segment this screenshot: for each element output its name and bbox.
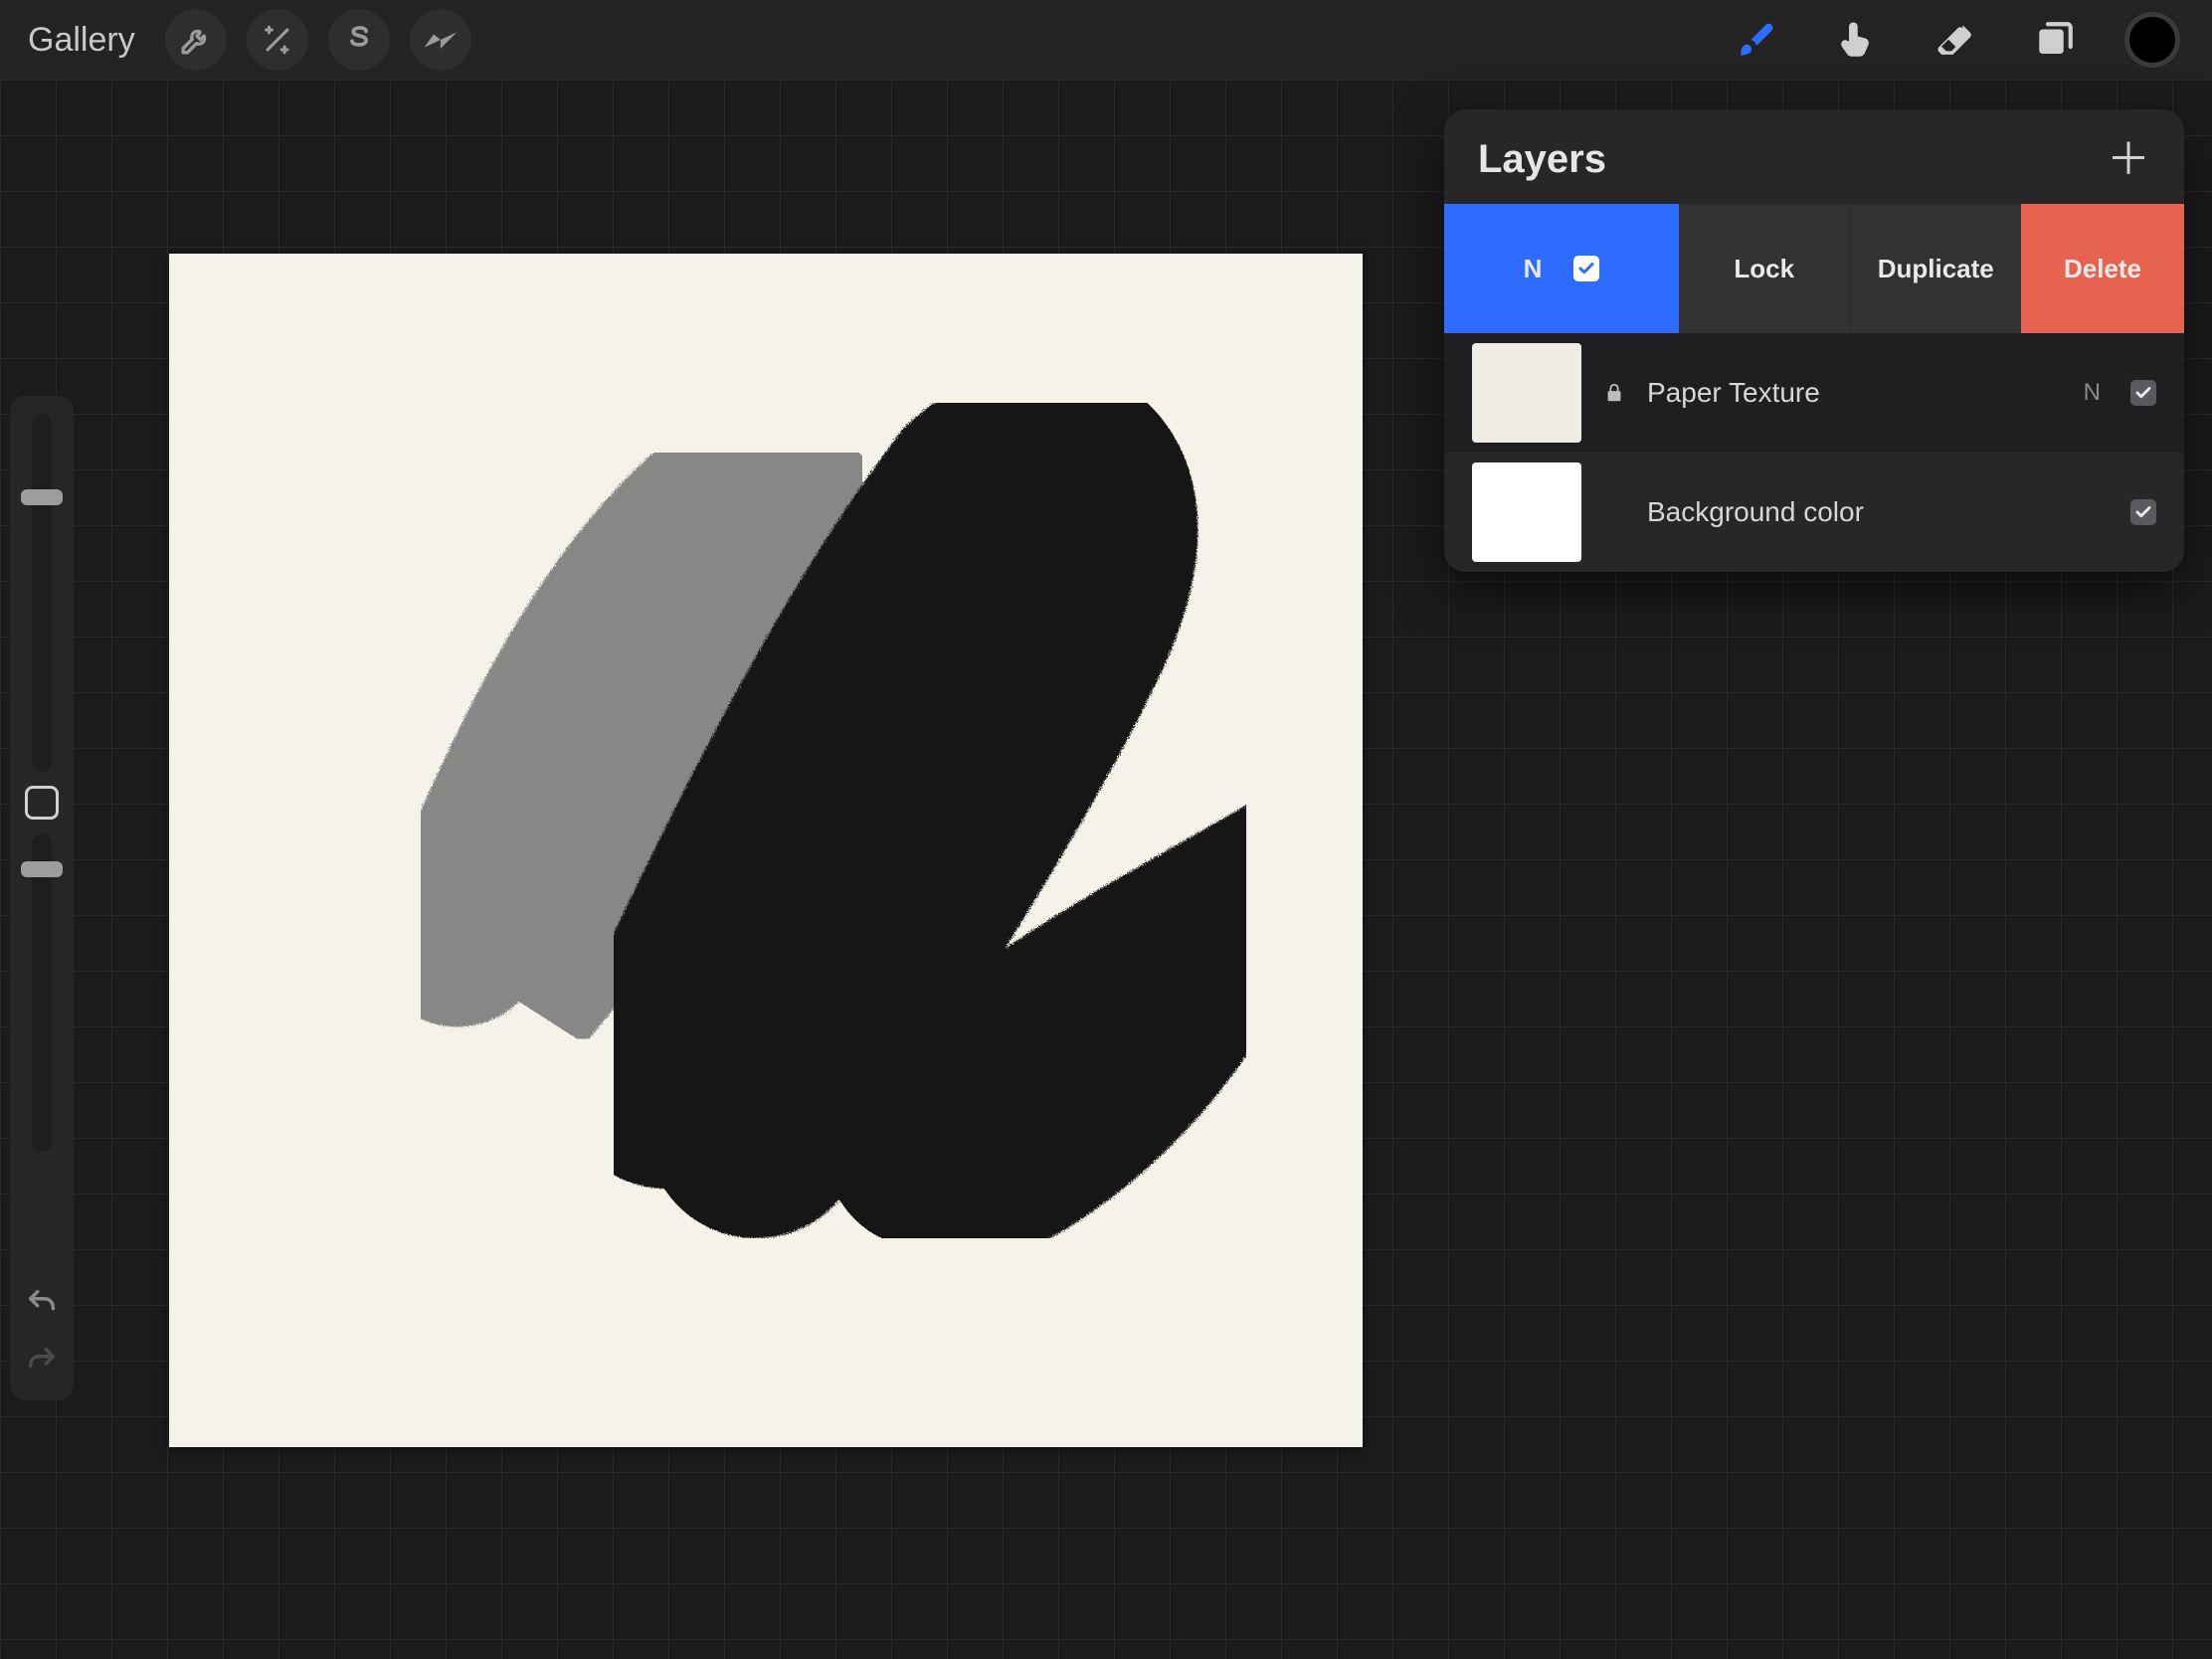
eraser-tool-icon[interactable] xyxy=(1926,10,1985,70)
canvas-artwork xyxy=(169,254,1363,1447)
layer-row-paper-texture[interactable]: Paper Texture N xyxy=(1444,333,2184,453)
swipe-duplicate-button[interactable]: Duplicate xyxy=(1850,204,2022,333)
left-sidebar xyxy=(10,396,74,1400)
smudge-tool-icon[interactable] xyxy=(1826,10,1886,70)
layer-visible-checkbox[interactable] xyxy=(1573,256,1599,281)
transform-arrow-icon[interactable] xyxy=(410,9,471,71)
redo-button[interactable] xyxy=(20,1339,64,1382)
layer-visibility-checkbox[interactable] xyxy=(2130,380,2156,406)
brush-size-thumb[interactable] xyxy=(21,489,63,505)
brush-opacity-slider[interactable] xyxy=(32,833,52,1152)
color-picker-swatch[interactable] xyxy=(2124,12,2180,68)
blend-mode-cell[interactable]: N xyxy=(1444,204,1679,333)
layers-panel: Layers ＋ N Lock Duplicate Delete Paper T… xyxy=(1444,109,2184,572)
add-layer-button[interactable]: ＋ xyxy=(2107,138,2150,182)
actions-wrench-icon[interactable] xyxy=(165,9,227,71)
lock-icon xyxy=(1603,382,1625,404)
toolbar-right-tools xyxy=(1727,10,2180,70)
layer-thumbnail xyxy=(1472,343,1581,443)
gallery-button[interactable]: Gallery xyxy=(28,21,135,60)
layer-swipe-actions: N Lock Duplicate Delete xyxy=(1444,204,2184,333)
layer-thumbnail xyxy=(1472,462,1581,562)
layer-row-background[interactable]: Background color xyxy=(1444,453,2184,572)
adjustments-wand-icon[interactable] xyxy=(247,9,308,71)
brush-size-slider[interactable] xyxy=(32,414,52,772)
modify-tool-button[interactable] xyxy=(25,786,59,820)
selection-s-icon[interactable] xyxy=(328,9,390,71)
undo-button[interactable] xyxy=(20,1281,64,1325)
layer-name-label: Background color xyxy=(1647,496,2109,528)
layer-blend-letter: N xyxy=(2084,379,2101,407)
swipe-delete-button[interactable]: Delete xyxy=(2021,204,2184,333)
brush-tool-icon[interactable] xyxy=(1727,10,1786,70)
blend-mode-letter: N xyxy=(1524,254,1543,284)
layer-visibility-checkbox[interactable] xyxy=(2130,499,2156,525)
layer-name-label: Paper Texture xyxy=(1647,377,2062,409)
layers-tool-icon[interactable] xyxy=(2025,10,2085,70)
swipe-lock-button[interactable]: Lock xyxy=(1679,204,1850,333)
brush-opacity-thumb[interactable] xyxy=(21,861,63,877)
layers-panel-title: Layers xyxy=(1478,137,1606,182)
canvas[interactable] xyxy=(169,254,1363,1447)
top-toolbar: Gallery xyxy=(0,0,2212,80)
